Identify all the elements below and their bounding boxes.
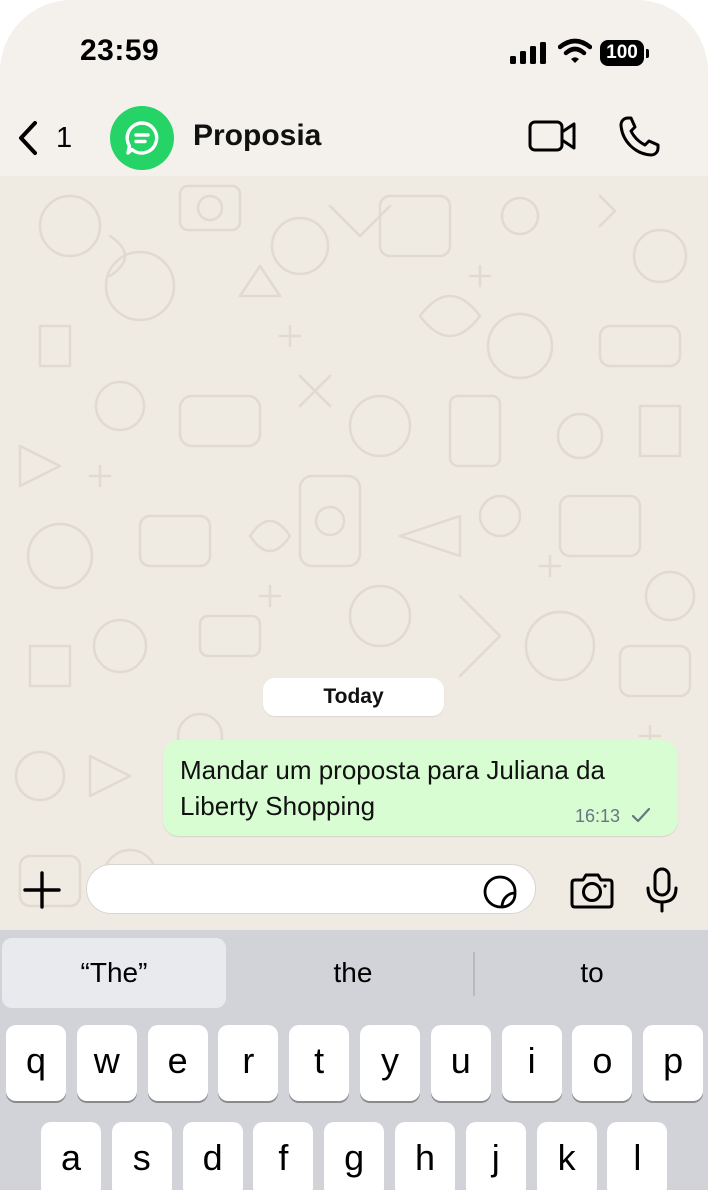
key-q[interactable]: q (6, 1025, 66, 1101)
key-f[interactable]: f (253, 1122, 314, 1190)
key-k[interactable]: k (536, 1122, 597, 1190)
key-a[interactable]: a (41, 1122, 101, 1190)
key-e[interactable]: e (147, 1025, 208, 1101)
battery-icon: 100 (600, 40, 649, 66)
chat-area[interactable]: Today Mandar um proposta para Juliana da… (0, 176, 708, 930)
key-y[interactable]: y (360, 1025, 420, 1101)
contact-name[interactable]: Proposia (193, 119, 321, 153)
key-o[interactable]: o (572, 1025, 633, 1101)
message-input[interactable] (86, 864, 536, 914)
unread-count: 1 (56, 122, 73, 154)
key-t[interactable]: t (289, 1025, 350, 1101)
checkmark-icon (631, 807, 651, 823)
signal-icon (510, 42, 546, 64)
suggestion-the-quoted[interactable]: “The” (2, 938, 226, 1008)
outgoing-message-bubble[interactable]: Mandar um proposta para Juliana da Liber… (163, 740, 678, 836)
key-g[interactable]: g (324, 1122, 385, 1190)
microphone-icon[interactable] (644, 866, 680, 914)
phone-icon[interactable] (614, 112, 664, 162)
phone-screen: 23:59 100 1 Proposia Today Mandar um pro… (0, 0, 708, 1190)
battery-level: 100 (600, 40, 644, 66)
message-time: 16:13 (575, 806, 621, 826)
plus-icon[interactable] (22, 870, 62, 910)
suggestion-divider (473, 952, 475, 996)
wifi-icon (558, 38, 592, 63)
back-chevron-icon (19, 121, 37, 155)
key-r[interactable]: r (218, 1025, 279, 1101)
camera-icon[interactable] (569, 870, 615, 910)
message-input-bar (0, 852, 708, 930)
key-l[interactable]: l (607, 1122, 668, 1190)
key-h[interactable]: h (395, 1122, 455, 1190)
battery-tip (646, 49, 649, 58)
key-d[interactable]: d (182, 1122, 243, 1190)
key-s[interactable]: s (111, 1122, 172, 1190)
key-w[interactable]: w (76, 1025, 137, 1101)
avatar[interactable] (110, 106, 174, 170)
suggestion-to[interactable]: to (476, 938, 708, 1008)
suggestion-the[interactable]: the (234, 938, 472, 1008)
sticker-icon[interactable] (482, 874, 518, 910)
status-time: 23:59 (80, 34, 160, 67)
date-separator: Today (263, 678, 444, 716)
back-button[interactable]: 1 (12, 114, 82, 162)
key-u[interactable]: u (430, 1025, 491, 1101)
chat-header: 1 Proposia (0, 100, 708, 176)
video-camera-icon[interactable] (524, 114, 580, 158)
key-j[interactable]: j (465, 1122, 526, 1190)
proposia-logo-icon (125, 121, 159, 155)
key-i[interactable]: i (501, 1025, 562, 1101)
status-bar: 23:59 100 (0, 0, 708, 100)
key-p[interactable]: p (643, 1025, 704, 1101)
predictive-text-bar: “The” the to (0, 930, 708, 1014)
keyboard: “The” the to qwertyuiop asdfghjkl (0, 930, 708, 1190)
